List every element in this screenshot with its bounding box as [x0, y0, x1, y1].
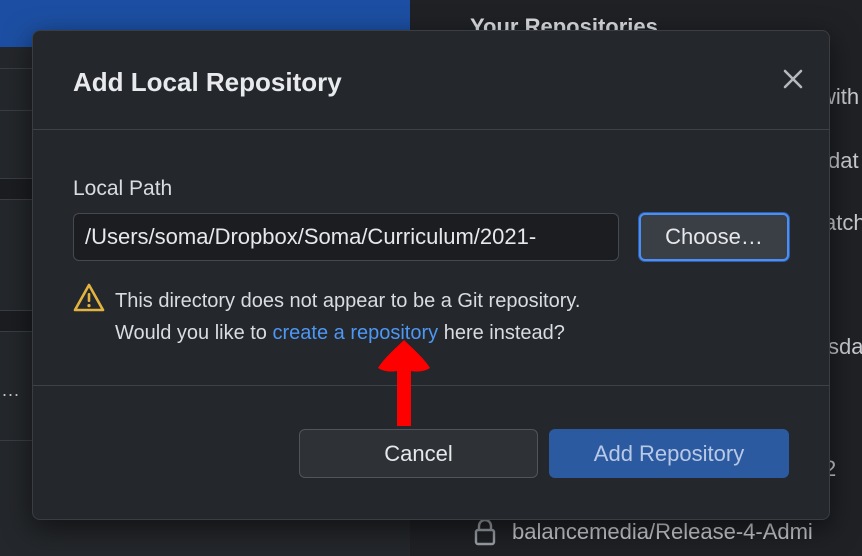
text-fragment: dat [828, 148, 859, 173]
warning-line-2: Would you like to create a repository he… [115, 317, 580, 349]
warning-icon [73, 283, 105, 312]
text-fragment: sda [828, 334, 862, 359]
warning-line-1: This directory does not appear to be a G… [115, 290, 581, 312]
warning-prefix: Would you like to [115, 322, 273, 344]
local-path-input[interactable] [73, 213, 619, 261]
choose-button[interactable]: Choose… [639, 213, 789, 261]
warning-suffix: here instead? [438, 322, 565, 344]
dialog-title: Add Local Repository [73, 67, 342, 97]
close-icon[interactable] [779, 65, 807, 93]
dialog-header: Add Local Repository [33, 31, 829, 130]
repository-list-item[interactable]: balancemedia/Release-4-Admi [512, 519, 813, 545]
warning-message: This directory does not appear to be a G… [115, 285, 580, 349]
cancel-button[interactable]: Cancel [299, 429, 538, 478]
add-local-repository-dialog: Add Local Repository Local Path Choose… … [32, 30, 830, 520]
overflow-ellipsis[interactable]: ... [2, 380, 20, 401]
lock-icon [474, 518, 496, 546]
add-repository-button[interactable]: Add Repository [549, 429, 789, 478]
local-path-label: Local Path [73, 177, 173, 200]
red-annotation-arrow-icon [378, 340, 430, 426]
